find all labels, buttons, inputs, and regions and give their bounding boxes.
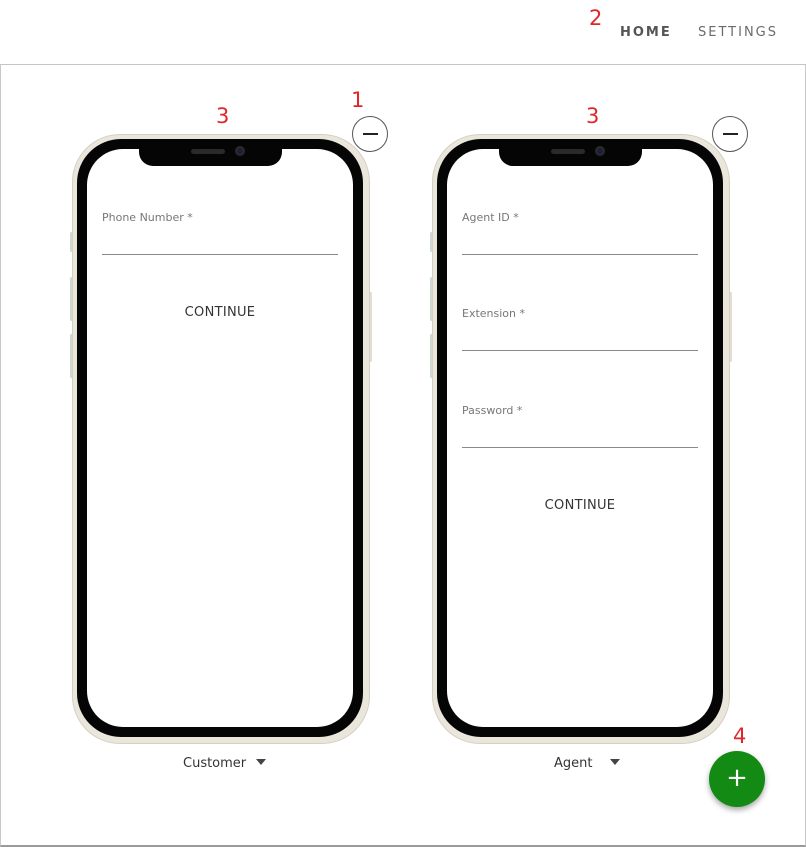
agent-id-field: Agent ID *: [462, 211, 698, 259]
password-input[interactable]: [462, 420, 698, 448]
minus-circle-icon: [363, 133, 378, 135]
caret-down-icon: [610, 758, 621, 765]
camera-icon: [595, 146, 605, 156]
password-field: Password *: [462, 404, 698, 452]
role-select-value: Agent: [554, 756, 593, 771]
phone-customer: Phone Number * CONTINUE: [70, 134, 372, 744]
top-app-bar: HOME SETTINGS: [0, 0, 806, 65]
remove-customer-phone-button[interactable]: [352, 116, 388, 152]
annotation-4: 4: [733, 724, 747, 748]
phone-screen: Agent ID * Extension * Password * CONTIN…: [447, 149, 713, 727]
caret-down-icon: [256, 758, 267, 765]
extension-input[interactable]: [462, 323, 698, 351]
agent-id-label: Agent ID *: [462, 211, 519, 224]
phone-notch: [139, 139, 282, 166]
phone-screen: Phone Number * CONTINUE: [87, 149, 353, 727]
phone-number-field: Phone Number *: [102, 211, 338, 259]
speaker-icon: [551, 149, 585, 154]
password-label: Password *: [462, 404, 523, 417]
annotation-1: 1: [351, 88, 365, 112]
phone-number-input[interactable]: [102, 227, 338, 255]
agent-id-input[interactable]: [462, 227, 698, 255]
annotation-3-right: 3: [586, 104, 600, 128]
agent-continue-button[interactable]: CONTINUE: [447, 498, 713, 513]
extension-field: Extension *: [462, 307, 698, 355]
speaker-icon: [191, 149, 225, 154]
phone-bezel: Phone Number * CONTINUE: [77, 139, 363, 737]
remove-agent-phone-button[interactable]: [712, 116, 748, 152]
agent-role-select[interactable]: Agent: [554, 756, 621, 771]
customer-role-select[interactable]: Customer: [183, 756, 267, 771]
role-select-value: Customer: [183, 756, 247, 771]
camera-icon: [235, 146, 245, 156]
annotation-2: 2: [589, 6, 603, 30]
nav-settings[interactable]: SETTINGS: [698, 25, 778, 40]
customer-continue-button[interactable]: CONTINUE: [87, 305, 353, 320]
add-phone-fab[interactable]: +: [709, 751, 765, 807]
phone-agent: Agent ID * Extension * Password * CONTIN…: [430, 134, 732, 744]
extension-label: Extension *: [462, 307, 525, 320]
nav-home[interactable]: HOME: [620, 25, 672, 40]
minus-circle-icon: [723, 133, 738, 135]
annotation-3-left: 3: [216, 104, 230, 128]
phone-bezel: Agent ID * Extension * Password * CONTIN…: [437, 139, 723, 737]
phone-notch: [499, 139, 642, 166]
phone-number-label: Phone Number *: [102, 211, 193, 224]
plus-icon: +: [726, 763, 748, 793]
